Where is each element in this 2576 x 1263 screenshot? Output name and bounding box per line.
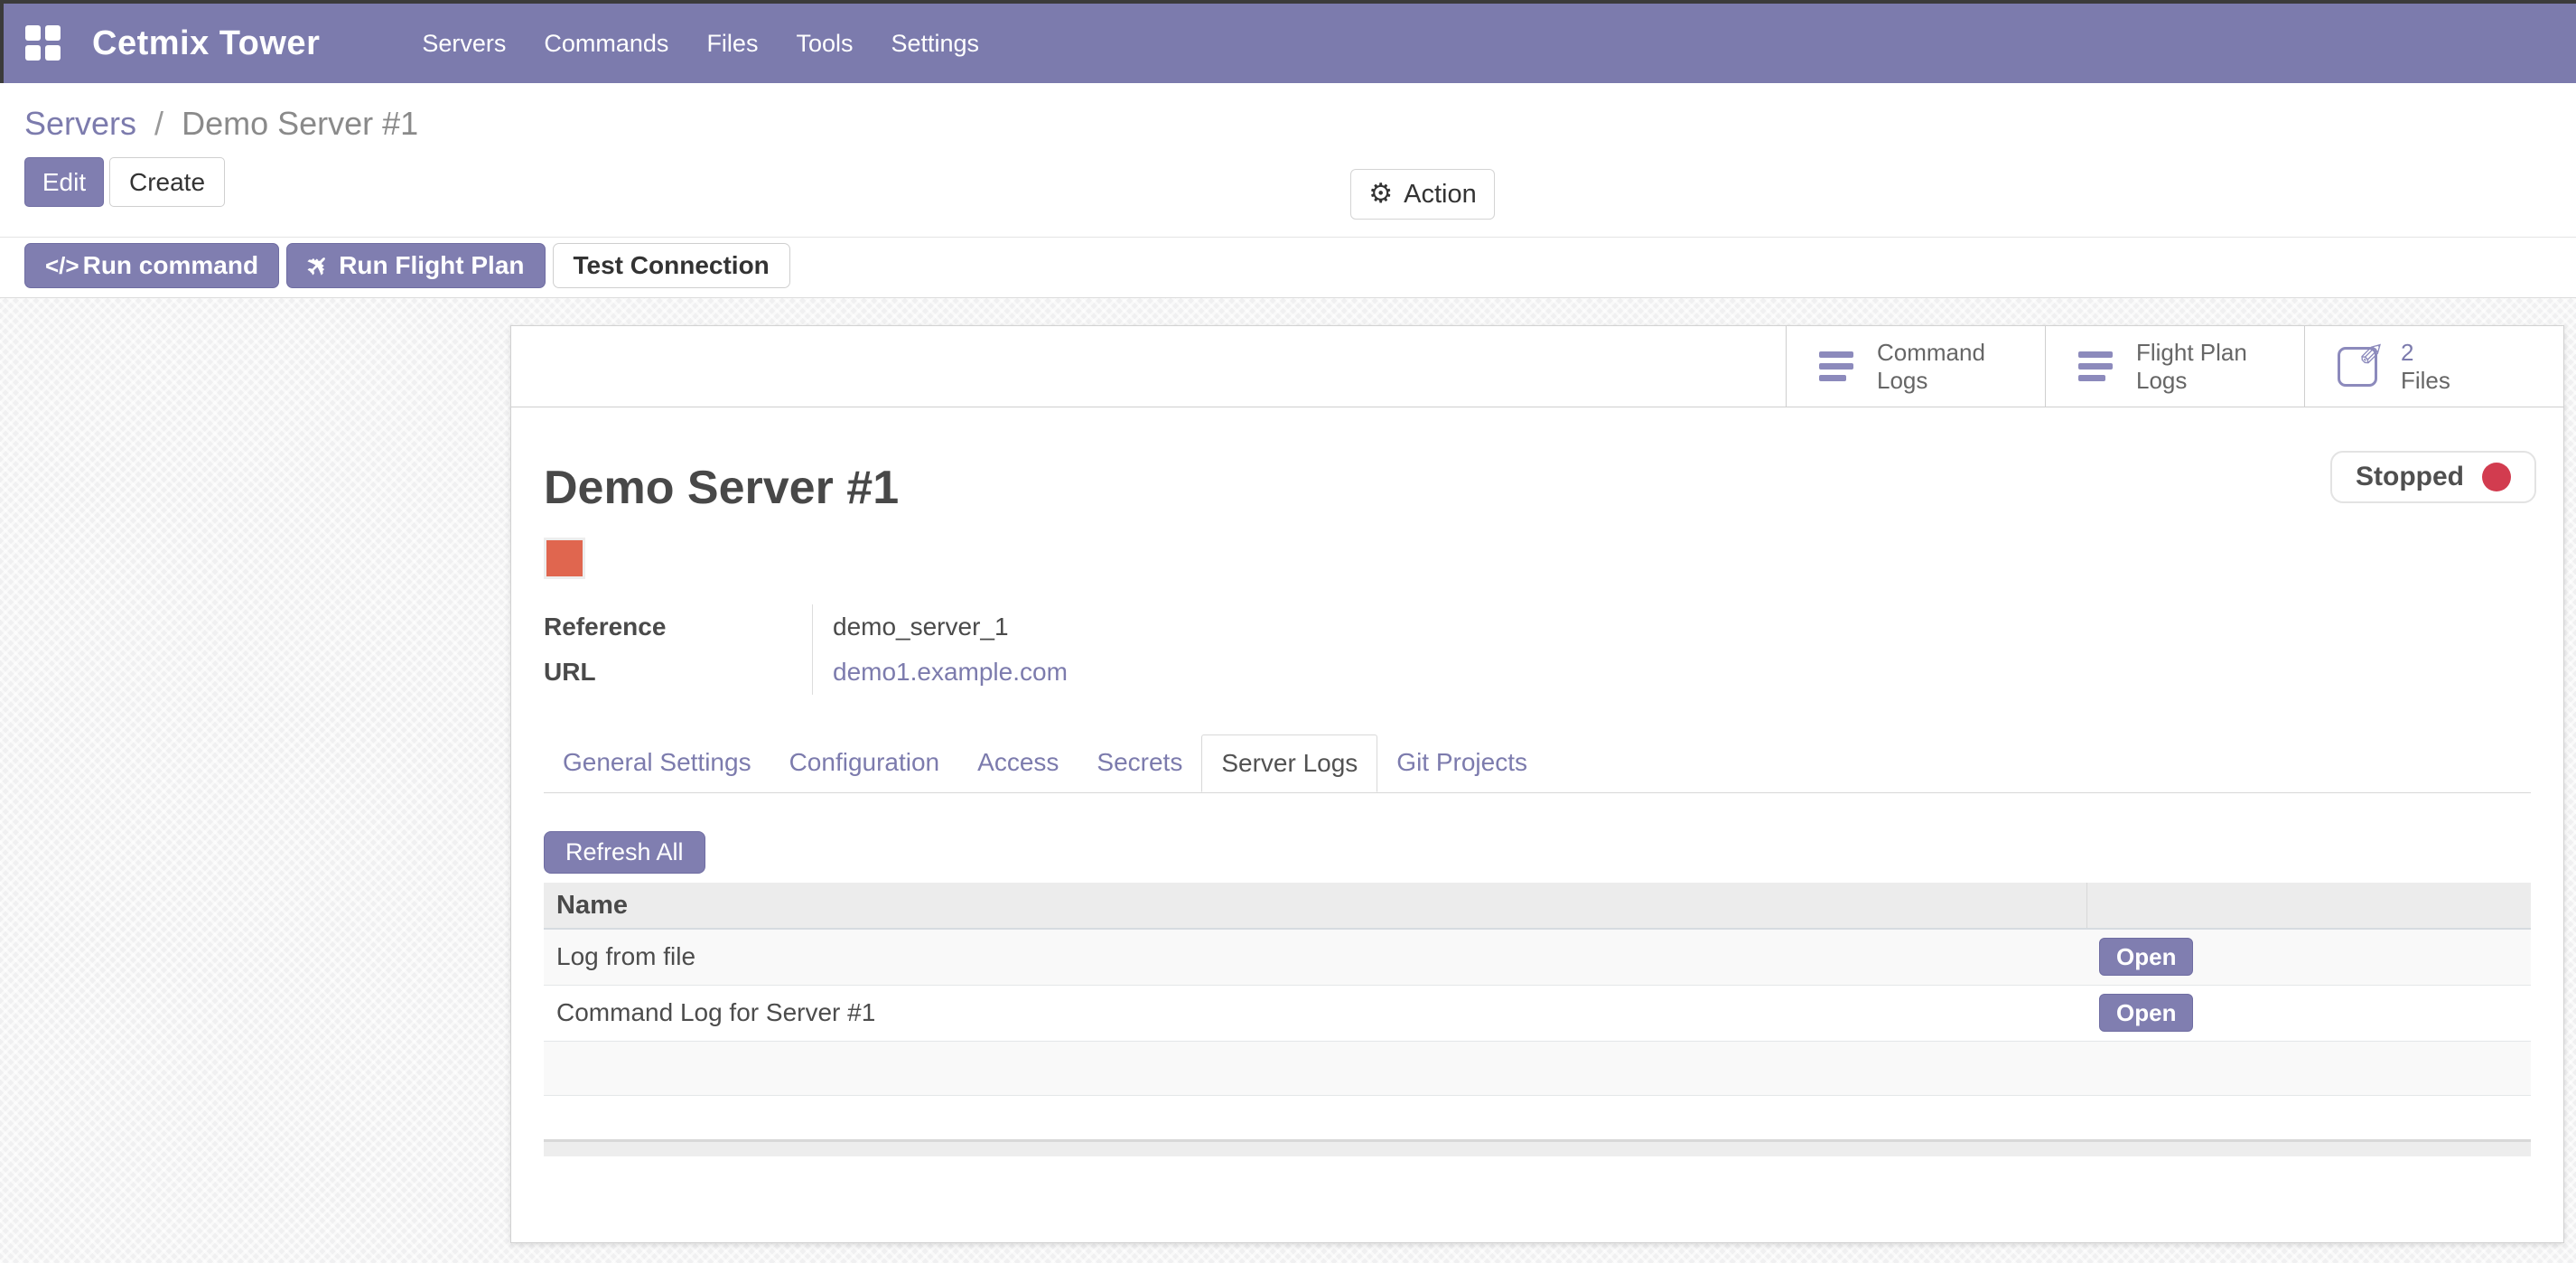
form-sheet: Stopped Demo Server #1 Reference demo_se… — [511, 407, 2563, 1156]
table-row[interactable]: Log from file Open — [544, 929, 2531, 985]
edit-square-icon: ✎ — [2338, 347, 2377, 387]
status-badge[interactable]: Stopped — [2330, 451, 2536, 503]
menu-item-tools[interactable]: Tools — [777, 4, 872, 83]
tab-server-logs[interactable]: Server Logs — [1201, 734, 1377, 792]
content-background: Command Logs Flight Plan Logs ✎ 2 Files … — [0, 298, 2576, 1263]
page-title: Demo Server #1 — [544, 462, 2531, 514]
tab-git-projects[interactable]: Git Projects — [1377, 734, 1546, 792]
brand-title: Cetmix Tower — [92, 24, 320, 63]
menu-item-files[interactable]: Files — [687, 4, 777, 83]
tab-access[interactable]: Access — [958, 734, 1078, 792]
control-panel: Servers / Demo Server #1 Edit Create ⚙ A… — [0, 83, 2576, 238]
table-row[interactable]: Command Log for Server #1 Open — [544, 985, 2531, 1041]
menu-item-servers[interactable]: Servers — [403, 4, 525, 83]
form-statusbar: </> Run command ✈ Run Flight Plan Test C… — [0, 238, 2576, 298]
table-header-row: Name — [544, 883, 2531, 929]
run-command-button[interactable]: </> Run command — [24, 243, 279, 288]
breadcrumb: Servers / Demo Server #1 — [24, 105, 2576, 143]
server-logs-table: Name Log from file Open Command Log for … — [544, 883, 2531, 1096]
open-log-button[interactable]: Open — [2099, 938, 2193, 976]
action-button[interactable]: ⚙ Action — [1350, 169, 1495, 220]
run-flight-plan-button[interactable]: ✈ Run Flight Plan — [286, 243, 545, 288]
stat-label: Flight Plan Logs — [2136, 339, 2272, 395]
column-header-action — [2086, 883, 2531, 929]
notebook-tabs: General Settings Configuration Access Se… — [544, 734, 2531, 793]
files-count: 2 — [2401, 339, 2413, 366]
tab-general-settings[interactable]: General Settings — [544, 734, 770, 792]
log-name-cell[interactable]: Log from file — [544, 929, 2086, 985]
control-panel-buttons: Edit Create — [24, 157, 2576, 207]
apps-grid-icon[interactable] — [25, 25, 61, 61]
create-button[interactable]: Create — [109, 157, 225, 207]
stat-button-command-logs[interactable]: Command Logs — [1786, 326, 2045, 407]
url-label: URL — [544, 650, 812, 695]
stat-button-files[interactable]: ✎ 2 Files — [2304, 326, 2563, 407]
tab-secrets[interactable]: Secrets — [1078, 734, 1201, 792]
breadcrumb-separator: / — [154, 105, 163, 142]
reference-value: demo_server_1 — [812, 604, 1625, 650]
list-icon — [2078, 351, 2113, 381]
server-form-card: Command Logs Flight Plan Logs ✎ 2 Files … — [510, 325, 2564, 1243]
breadcrumb-current: Demo Server #1 — [182, 105, 418, 142]
top-navbar: Cetmix Tower Servers Commands Files Tool… — [0, 0, 2576, 83]
test-connection-button[interactable]: Test Connection — [553, 243, 790, 288]
menu-item-settings[interactable]: Settings — [872, 4, 998, 83]
open-log-button[interactable]: Open — [2099, 994, 2193, 1032]
stat-label: 2 Files — [2401, 339, 2536, 395]
status-label: Stopped — [2356, 462, 2464, 492]
horizontal-scrollbar[interactable] — [544, 1139, 2531, 1156]
gear-icon: ⚙ — [1368, 181, 1393, 208]
main-menu: Servers Commands Files Tools Settings — [403, 4, 998, 83]
refresh-all-button[interactable]: Refresh All — [544, 831, 705, 874]
breadcrumb-servers-link[interactable]: Servers — [24, 105, 136, 142]
card-header: Command Logs Flight Plan Logs ✎ 2 Files — [511, 326, 2563, 407]
stat-label: Command Logs — [1877, 339, 2012, 395]
stat-button-flight-plan-logs[interactable]: Flight Plan Logs — [2045, 326, 2304, 407]
tab-configuration[interactable]: Configuration — [770, 734, 959, 792]
log-name-cell[interactable]: Command Log for Server #1 — [544, 985, 2086, 1041]
plane-icon: ✈ — [299, 247, 338, 285]
run-flight-plan-label: Run Flight Plan — [339, 251, 524, 280]
server-color-tag — [544, 538, 585, 579]
status-stopped-dot — [2482, 463, 2511, 491]
files-label: Files — [2401, 367, 2450, 394]
list-icon — [1819, 351, 1853, 381]
column-header-name[interactable]: Name — [544, 883, 2086, 929]
menu-item-commands[interactable]: Commands — [525, 4, 687, 83]
run-command-label: Run command — [83, 251, 258, 280]
table-empty-row — [544, 1041, 2531, 1095]
edit-button[interactable]: Edit — [24, 157, 104, 207]
field-group: Reference demo_server_1 URL demo1.exampl… — [544, 604, 2531, 695]
url-value-link[interactable]: demo1.example.com — [812, 650, 1625, 695]
code-icon: </> — [45, 252, 79, 280]
reference-label: Reference — [544, 604, 812, 650]
action-button-label: Action — [1404, 180, 1477, 210]
